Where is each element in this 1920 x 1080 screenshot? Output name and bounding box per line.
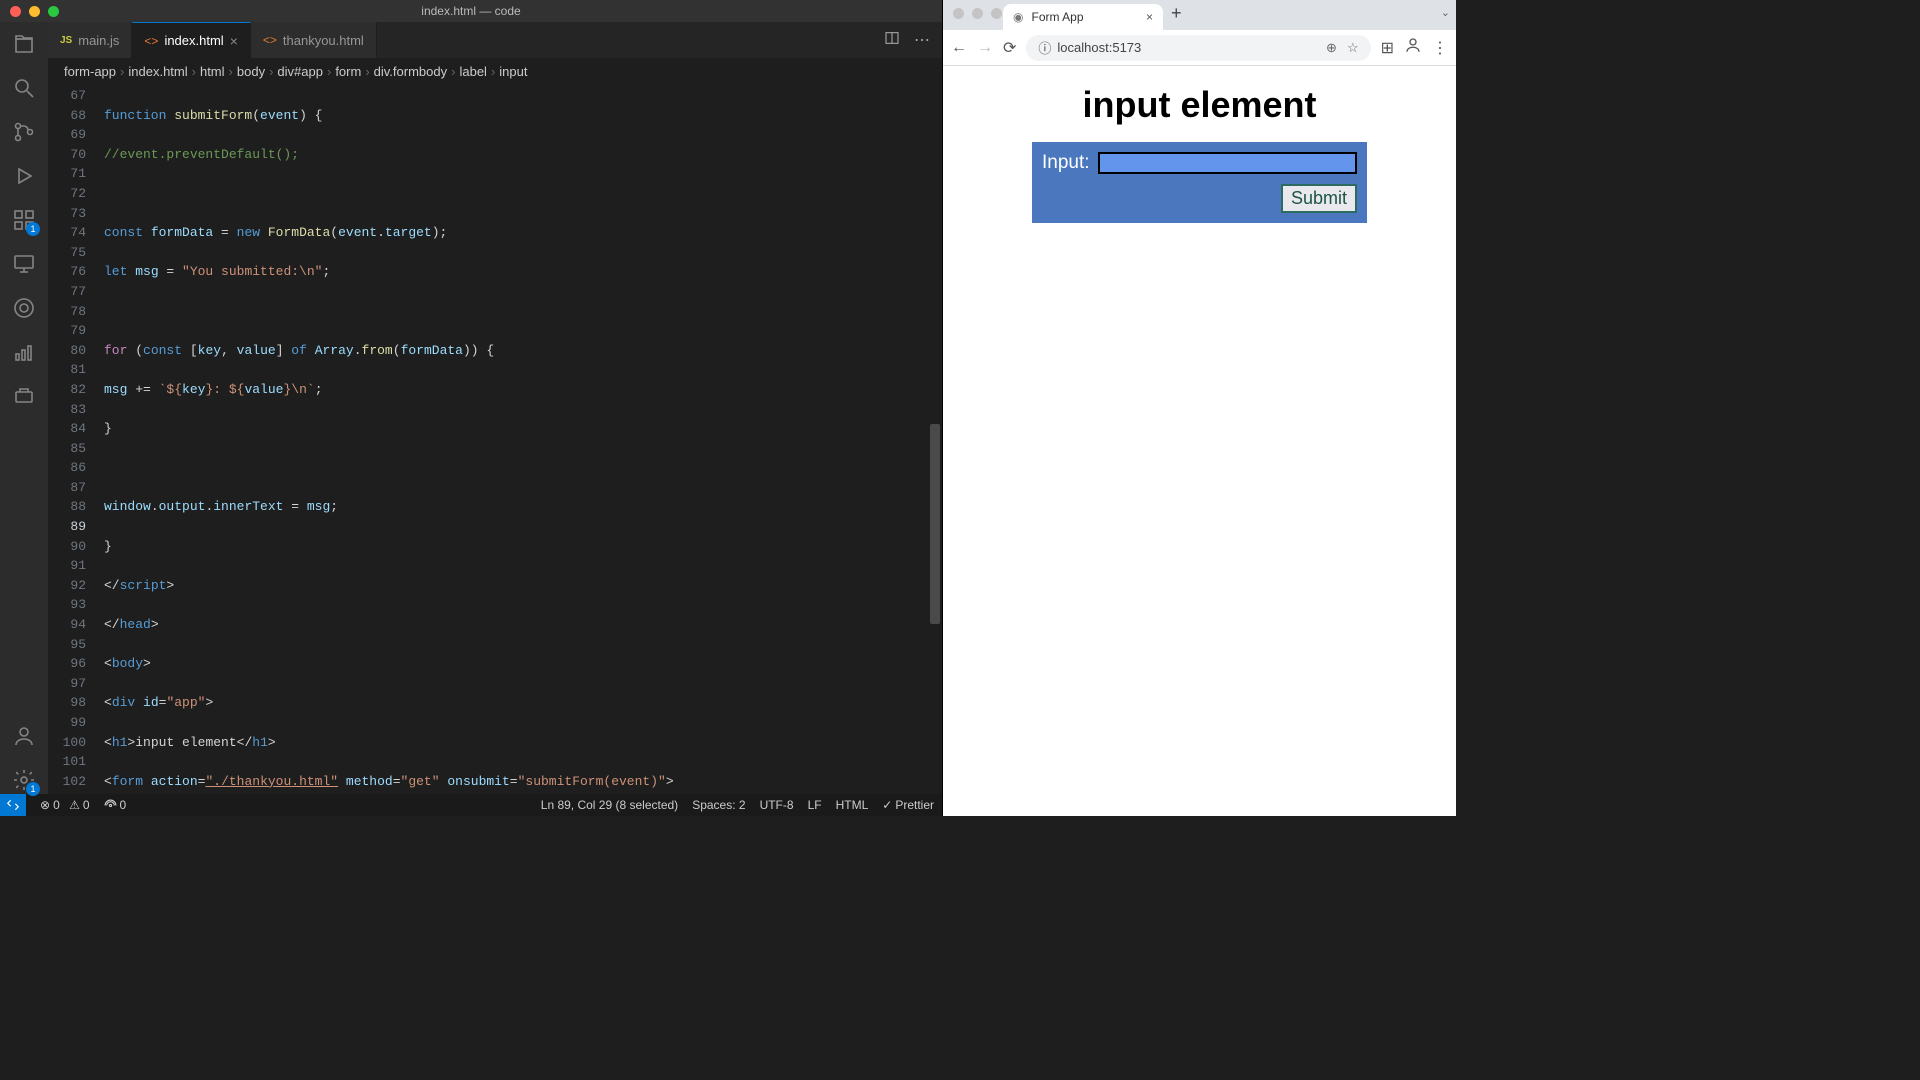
reload-icon[interactable]: ⟳ — [1003, 38, 1016, 58]
html-file-icon: <> — [144, 34, 158, 48]
run-debug-icon[interactable] — [10, 162, 38, 190]
problems-status[interactable]: ⊗0 ⚠0 — [40, 798, 90, 812]
crumb[interactable]: form — [335, 64, 361, 79]
remote-indicator[interactable] — [0, 794, 26, 816]
activity-bar: 1 1 — [0, 22, 48, 794]
zoom-icon[interactable]: ⊕ — [1326, 40, 1337, 56]
settings-gear-icon[interactable]: 1 — [10, 766, 38, 794]
crumb[interactable]: div.formbody — [374, 64, 447, 79]
close-traffic-light[interactable] — [953, 8, 964, 19]
extensions-badge: 1 — [26, 222, 40, 236]
new-tab-button[interactable]: + — [1171, 3, 1182, 24]
page-title: input element — [1082, 84, 1316, 126]
forward-icon[interactable]: → — [977, 39, 993, 57]
browser-tab[interactable]: ◉ Form App × — [1003, 4, 1163, 30]
tab-indexhtml[interactable]: <> index.html × — [132, 22, 250, 58]
crumb[interactable]: label — [459, 64, 486, 79]
more-actions-icon[interactable]: ⋯ — [914, 30, 930, 50]
account-icon[interactable] — [10, 722, 38, 750]
extensions-icon[interactable]: 1 — [10, 206, 38, 234]
url-text: localhost:5173 — [1057, 40, 1141, 55]
chevron-down-icon[interactable]: ⌄ — [1441, 6, 1450, 19]
titlebar: index.html — code — [0, 0, 942, 22]
input-label: Input: — [1042, 152, 1090, 174]
editor-tabbar: JS main.js <> index.html × <> thankyou.h… — [48, 22, 942, 58]
settings-badge: 1 — [26, 782, 40, 796]
crumb[interactable]: input — [499, 64, 527, 79]
globe-icon: ◉ — [1013, 10, 1023, 24]
vscode-window: index.html — code 1 1 JS main.js — [0, 0, 942, 816]
password-input[interactable] — [1098, 152, 1357, 174]
html-file-icon: <> — [263, 33, 277, 47]
code-editor[interactable]: 6768697071727374757677787980818283848586… — [48, 84, 942, 794]
profile-icon[interactable] — [1404, 36, 1422, 59]
scrollbar-thumb[interactable] — [930, 424, 940, 624]
tab-thankyouhtml[interactable]: <> thankyou.html — [251, 22, 377, 58]
testing-icon[interactable] — [10, 294, 38, 322]
extensions-icon[interactable]: ⊞ — [1381, 38, 1394, 58]
split-editor-icon[interactable] — [884, 30, 900, 51]
form-body: Input: Submit — [1032, 142, 1367, 223]
js-file-icon: JS — [60, 35, 72, 46]
cursor-position[interactable]: Ln 89, Col 29 (8 selected) — [541, 798, 678, 812]
crumb[interactable]: form-app — [64, 64, 116, 79]
submit-button[interactable]: Submit — [1281, 184, 1357, 213]
ports-status[interactable]: 0 — [104, 798, 127, 812]
ports-icon[interactable] — [10, 382, 38, 410]
browser-window: ◉ Form App × + ⌄ ← → ⟳ ⓘ localhost:5173 … — [942, 0, 1456, 816]
window-title: index.html — code — [0, 4, 942, 18]
status-bar: ⊗0 ⚠0 0 Ln 89, Col 29 (8 selected) Space… — [0, 794, 942, 816]
address-bar[interactable]: ⓘ localhost:5173 ⊕ ☆ — [1026, 35, 1370, 61]
menu-icon[interactable]: ⋮ — [1432, 38, 1448, 58]
crumb[interactable]: div#app — [277, 64, 323, 79]
tab-label: thankyou.html — [283, 33, 364, 48]
site-info-icon[interactable]: ⓘ — [1038, 38, 1051, 57]
indent-status[interactable]: Spaces: 2 — [692, 798, 745, 812]
close-icon[interactable]: × — [1146, 10, 1153, 24]
crumb[interactable]: body — [237, 64, 265, 79]
crumb[interactable]: index.html — [128, 64, 187, 79]
crumb[interactable]: html — [200, 64, 225, 79]
source-control-icon[interactable] — [10, 118, 38, 146]
explorer-icon[interactable] — [10, 30, 38, 58]
breadcrumb[interactable]: form-app› index.html› html› body› div#ap… — [48, 58, 942, 84]
line-gutter: 6768697071727374757677787980818283848586… — [48, 84, 104, 794]
bookmark-icon[interactable]: ☆ — [1347, 40, 1359, 56]
eol-status[interactable]: LF — [808, 798, 822, 812]
search-icon[interactable] — [10, 74, 38, 102]
tab-mainjs[interactable]: JS main.js — [48, 22, 132, 58]
code-area[interactable]: function submitForm(event) { //event.pre… — [104, 84, 942, 794]
tab-label: index.html — [164, 33, 223, 48]
remote-explorer-icon[interactable] — [10, 250, 38, 278]
browser-tabstrip: ◉ Form App × + ⌄ — [943, 0, 1456, 30]
language-status[interactable]: HTML — [836, 798, 869, 812]
encoding-status[interactable]: UTF-8 — [760, 798, 794, 812]
tab-label: main.js — [78, 33, 119, 48]
graph-icon[interactable] — [10, 338, 38, 366]
minimize-traffic-light[interactable] — [972, 8, 983, 19]
tab-title: Form App — [1031, 10, 1083, 24]
zoom-traffic-light[interactable] — [991, 8, 1002, 19]
close-icon[interactable]: × — [230, 33, 238, 49]
page-content: input element Input: Submit — [943, 66, 1456, 816]
prettier-status[interactable]: ✓Prettier — [882, 798, 934, 812]
browser-toolbar: ← → ⟳ ⓘ localhost:5173 ⊕ ☆ ⊞ ⋮ — [943, 30, 1456, 66]
back-icon[interactable]: ← — [951, 39, 967, 57]
